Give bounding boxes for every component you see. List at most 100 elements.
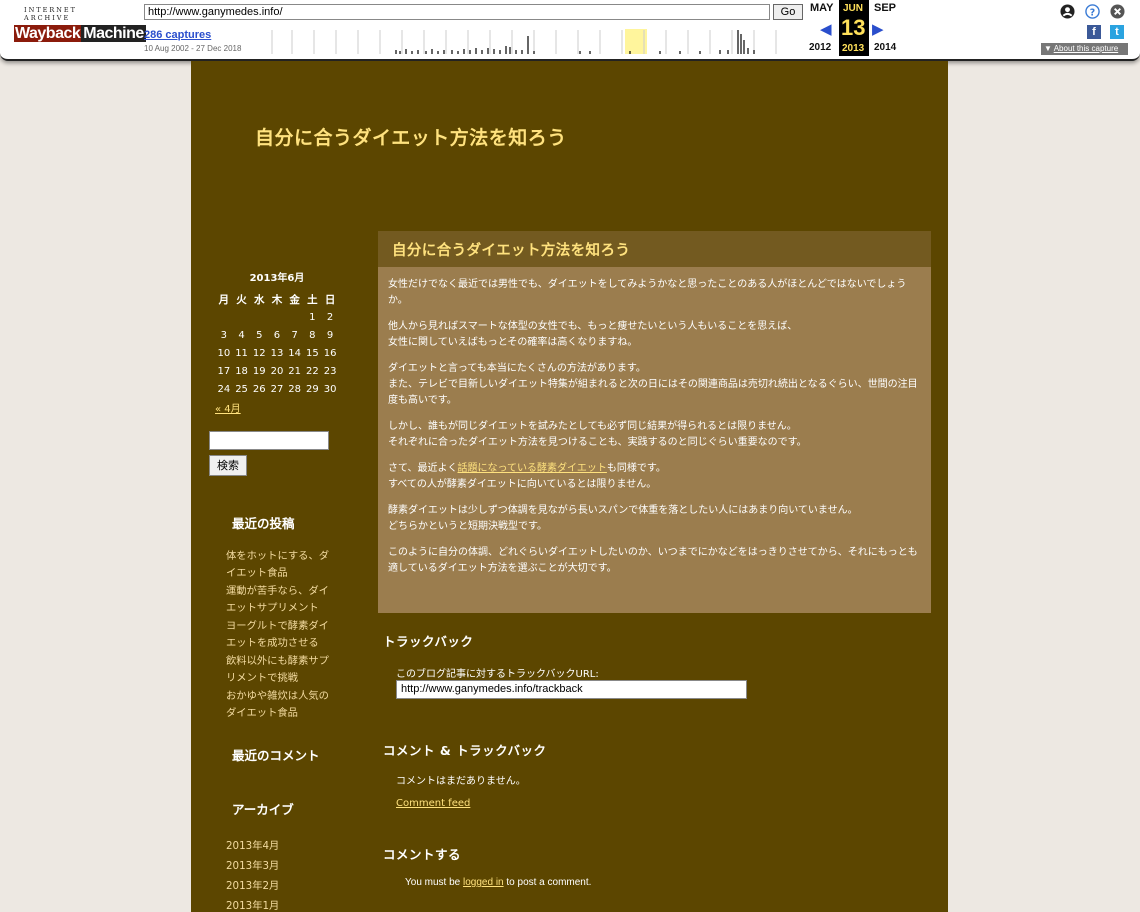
- enzyme-diet-link[interactable]: 話題になっている酵素ダイエット: [458, 463, 607, 474]
- calendar-caption: 2013年6月: [249, 273, 305, 284]
- calendar-day: 14: [288, 347, 302, 359]
- post-line: 女性に関していえばもっとその確率は高くなりますね。: [388, 337, 638, 348]
- recent-post-link[interactable]: 運動が苦手なら、ダイエットサプリメント: [226, 583, 338, 617]
- calendar-day: 25: [235, 383, 248, 395]
- user-icon[interactable]: [1060, 4, 1075, 19]
- wayback-next-year[interactable]: 2014: [874, 42, 896, 53]
- calendar-weekday: 土: [307, 293, 318, 306]
- post-paragraph: このように自分の体調、どれぐらいダイエットしたいのか、いつまでにかなどをはっきり…: [388, 547, 918, 574]
- calendar-day: 15: [306, 347, 319, 359]
- post-line: それぞれに合ったダイエット方法を見つけることも、実践するのと同じぐらい重要なので…: [388, 437, 807, 448]
- comment-form-heading: コメントする: [383, 847, 462, 862]
- calendar-day: [250, 308, 268, 326]
- search-button[interactable]: 検索: [209, 455, 247, 476]
- calendar-day: 16: [323, 347, 337, 359]
- calendar-day: 1: [309, 311, 316, 323]
- wayback-captures-link[interactable]: 286 captures: [144, 29, 211, 41]
- post-line: さて、最近よく: [388, 463, 458, 474]
- wayback-prev-month[interactable]: MAY: [810, 2, 833, 14]
- wayback-next-month[interactable]: SEP: [874, 2, 896, 14]
- trackback-heading: トラックバック: [383, 634, 474, 649]
- calendar-day: 28: [288, 383, 302, 395]
- post-line: どちらかというと短期決戦型です。: [388, 521, 547, 532]
- post-paragraph: 他人から見ればスマートな体型の女性でも、もっと痩せたいという人もいることを思えば…: [388, 319, 922, 351]
- about-capture-label: About this capture: [1053, 44, 1119, 53]
- calendar-prev-month-link[interactable]: « 4月: [215, 400, 339, 415]
- wayback-go-button[interactable]: Go: [773, 4, 803, 20]
- calendar-day: [268, 308, 286, 326]
- calendar-day: 24: [217, 383, 231, 395]
- login-notice-post: to post a comment.: [503, 877, 592, 888]
- calendar-day: 27: [270, 383, 284, 395]
- calendar-day: 12: [252, 347, 266, 359]
- recent-post-link[interactable]: 体をホットにする、ダイエット食品: [226, 548, 338, 582]
- blog-title[interactable]: 自分に合うダイエット方法を知ろう: [255, 123, 567, 150]
- recent-posts-list: 体をホットにする、ダイエット食品 運動が苦手なら、ダイエットサプリメント ヨーグルト…: [226, 548, 338, 723]
- about-capture-button[interactable]: ▼ About this capture: [1041, 43, 1128, 55]
- calendar-week: 12: [215, 308, 339, 326]
- calendar-day: 8: [309, 329, 316, 341]
- calendar-day: [215, 308, 233, 326]
- comment-feed-link[interactable]: Comment feed: [396, 798, 470, 809]
- archive-link[interactable]: 2013年1月: [226, 896, 338, 912]
- facebook-icon[interactable]: f: [1087, 25, 1101, 39]
- calendar-weekday: 金: [289, 293, 300, 306]
- calendar-week: 3456789: [215, 326, 339, 344]
- login-notice-pre: You must be: [405, 877, 464, 888]
- search-input[interactable]: [209, 431, 329, 450]
- wayback-sparkline[interactable]: [260, 24, 800, 54]
- wayback-current-month: JUN: [843, 3, 864, 14]
- login-notice: You must be logged in to post a comment.: [405, 877, 591, 888]
- post-line: も同様です。: [606, 463, 666, 474]
- comments-heading: コメント & トラックバック: [383, 743, 547, 758]
- calendar-weekday: 日: [324, 293, 336, 306]
- archive-link[interactable]: 2013年4月: [226, 836, 338, 856]
- archives-list: 2013年4月 2013年3月 2013年2月 2013年1月: [226, 836, 338, 912]
- calendar-weekday: 月: [218, 293, 230, 306]
- next-capture-arrow-icon[interactable]: ▶: [872, 20, 884, 38]
- calendar-day: [233, 308, 251, 326]
- wayback-url-input[interactable]: http://www.ganymedes.info/: [144, 4, 770, 20]
- blog-post: 自分に合うダイエット方法を知ろう 女性だけでなく最近では男性でも、ダイエットをし…: [378, 231, 931, 613]
- post-paragraph: さて、最近よく話題になっている酵素ダイエットも同様です。 すべての人が酵素ダイエッ…: [388, 461, 922, 493]
- login-link[interactable]: logged in: [463, 877, 504, 888]
- archive-link[interactable]: 2013年2月: [226, 876, 338, 896]
- twitter-icon[interactable]: t: [1110, 25, 1124, 39]
- calendar-weekday: 水: [254, 293, 265, 306]
- archive-link[interactable]: 2013年3月: [226, 856, 338, 876]
- calendar-week: 24 25 26 27 28 29 30: [215, 380, 339, 398]
- calendar-day: 23: [323, 365, 337, 377]
- post-paragraph: 女性だけでなく最近では男性でも、ダイエットをしてみようかなと思ったことのある人が…: [388, 279, 907, 306]
- calendar-day: 2: [326, 311, 334, 323]
- help-icon[interactable]: ?: [1085, 4, 1100, 19]
- post-title[interactable]: 自分に合うダイエット方法を知ろう: [378, 231, 931, 267]
- post-body: 女性だけでなく最近では男性でも、ダイエットをしてみようかなと思ったことのある人が…: [378, 267, 931, 577]
- wayback-prev-year[interactable]: 2012: [809, 42, 831, 53]
- calendar-day: 19: [252, 365, 266, 377]
- wayback-logo-main-a: Wayback: [14, 25, 82, 42]
- calendar-day: 21: [288, 365, 302, 377]
- prev-capture-arrow-icon[interactable]: ◀: [820, 20, 832, 38]
- trackback-url-field[interactable]: http://www.ganymedes.info/trackback: [396, 680, 747, 699]
- calendar-day: 17: [217, 365, 231, 377]
- no-comments-text: コメントはまだありません。: [396, 776, 526, 787]
- blog-page: 自分に合うダイエット方法を知ろう 2013年6月 月火水木金土日 1234567…: [191, 61, 948, 912]
- post-line: ダイエットと言っても本当にたくさんの方法があります。: [388, 363, 646, 374]
- calendar-weekday-row: 月火水木金土日: [215, 290, 339, 308]
- calendar-day: 18: [235, 365, 248, 377]
- calendar-weekday: 火: [236, 293, 247, 306]
- post-line: しかし、誰もが同じダイエットを試みたとしても必ず同じ結果が得られるとは限りません…: [388, 421, 797, 432]
- calendar-widget: 2013年6月 月火水木金土日 1 2 3 4 5 6 7 8 9 10 11 12 13 14 15 16 1…: [215, 269, 339, 415]
- recent-post-link[interactable]: 飲料以外にも酵素サプリメントで挑戦: [226, 653, 338, 687]
- calendar-day: 13: [270, 347, 284, 359]
- calendar-week: 10 11 12 13 14 15 16: [215, 344, 339, 362]
- wayback-logo-main: Wayback Machine: [14, 25, 146, 42]
- recent-post-link[interactable]: ヨーグルトで酵素ダイエットを成功させる: [226, 618, 338, 652]
- recent-post-link[interactable]: おかゆや雑炊は人気のダイエット食品: [226, 688, 338, 722]
- post-line: また、テレビで目新しいダイエット特集が組まれると次の日にはその関連商品は売切れ続…: [388, 379, 918, 406]
- calendar-table: 月火水木金土日 1 2 3 4 5 6 7 8 9 10 11 12 13 14 15 16 17 18 19 20 2…: [215, 290, 339, 398]
- calendar-body: 1 2 3 4 5 6 7 8 9 10 11 12 13 14 15 16 17 18 19 20 21 22 23 24 2…: [215, 308, 339, 398]
- wayback-logo[interactable]: INTERNET ARCHIVE Wayback Machine: [14, 6, 146, 46]
- archives-heading: アーカイブ: [232, 802, 294, 817]
- close-icon[interactable]: [1110, 4, 1125, 19]
